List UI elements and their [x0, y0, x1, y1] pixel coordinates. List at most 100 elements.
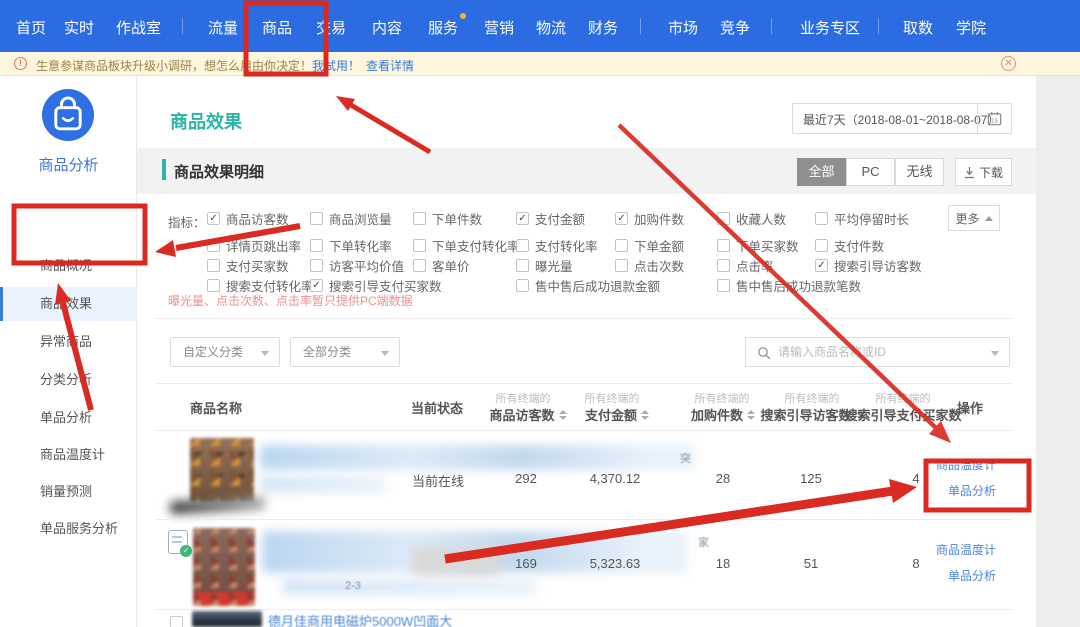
checkbox[interactable]: ✓	[207, 212, 220, 225]
checkbox[interactable]: ✓	[815, 239, 828, 252]
row-checkbox[interactable]	[170, 616, 183, 627]
checkbox[interactable]: ✓	[516, 212, 529, 225]
checkbox[interactable]: ✓	[413, 239, 426, 252]
nav-service[interactable]: 服务	[428, 17, 458, 38]
sidebar-item-effect[interactable]: 商品效果	[0, 287, 137, 321]
metric-item[interactable]: ✓下单支付转化率	[413, 238, 520, 253]
checkbox[interactable]: ✓	[207, 259, 220, 272]
sort-icon[interactable]	[641, 410, 649, 420]
metric-item[interactable]: ✓曝光量	[516, 258, 573, 273]
sidebar-item-overview[interactable]: 商品概况	[0, 249, 137, 283]
nav-realtime[interactable]: 实时	[64, 17, 94, 38]
checkbox[interactable]: ✓	[717, 279, 730, 292]
metric-item[interactable]: ✓搜索引导支付买家数	[310, 278, 442, 293]
metric-item[interactable]: ✓搜索引导访客数	[815, 258, 922, 273]
sidebar-item-abnormal[interactable]: 异常商品	[0, 325, 137, 359]
nav-finance[interactable]: 财务	[588, 17, 618, 38]
product-name-link[interactable]: 德月佳商用电磁炉5000W凹面大	[268, 611, 452, 627]
metric-item[interactable]: ✓搜索支付转化率	[207, 278, 314, 293]
nav-trade[interactable]: 交易	[316, 17, 346, 38]
metric-item[interactable]: ✓售中售后成功退款笔数	[717, 278, 861, 293]
metric-item[interactable]: ✓支付转化率	[516, 238, 598, 253]
checkbox[interactable]: ✓	[717, 239, 730, 252]
notice-try-link[interactable]: 我试用！	[312, 57, 360, 74]
checkbox[interactable]: ✓	[516, 239, 529, 252]
sidebar-item-forecast[interactable]: 销量预测	[0, 475, 137, 509]
date-range-picker[interactable]: 最近7天（2018-08-01~2018-08-07） 15	[792, 103, 1012, 134]
cell-status: 当前在线	[410, 471, 466, 490]
nav-logistics[interactable]: 物流	[536, 17, 566, 38]
nav-content[interactable]: 内容	[372, 17, 402, 38]
tab-all[interactable]: 全部	[797, 158, 846, 186]
metric-item[interactable]: ✓加购件数	[615, 211, 684, 226]
checkbox[interactable]: ✓	[413, 259, 426, 272]
thermometer-link[interactable]: 商品温度计	[936, 456, 996, 473]
checkbox[interactable]: ✓	[717, 259, 730, 272]
nav-market[interactable]: 市场	[668, 17, 698, 38]
section-title: 商品效果明细	[174, 161, 264, 182]
cell-cart: 28	[700, 471, 746, 486]
all-category-dropdown[interactable]: 全部分类	[290, 337, 400, 367]
sidebar-item-service[interactable]: 单品服务分析	[0, 512, 137, 546]
nav-product[interactable]: 商品	[262, 17, 292, 38]
nav-academy[interactable]: 学院	[956, 17, 986, 38]
checkbox[interactable]: ✓	[615, 259, 628, 272]
nav-compete[interactable]: 竞争	[720, 17, 750, 38]
notice-close-icon[interactable]: ✕	[1001, 56, 1016, 71]
nav-traffic[interactable]: 流量	[208, 17, 238, 38]
nav-getdata[interactable]: 取数	[903, 17, 933, 38]
tab-pc[interactable]: PC	[846, 158, 895, 186]
nav-warroom[interactable]: 作战室	[116, 17, 161, 38]
checkbox[interactable]: ✓	[310, 239, 323, 252]
single-analysis-link[interactable]: 单品分析	[948, 482, 996, 499]
checkbox[interactable]: ✓	[310, 259, 323, 272]
checkbox[interactable]: ✓	[815, 259, 828, 272]
metric-item[interactable]: ✓下单转化率	[310, 238, 392, 253]
nav-marketing[interactable]: 营销	[484, 17, 514, 38]
divider	[156, 383, 1012, 384]
sidebar-item-single[interactable]: 单品分析	[0, 401, 137, 435]
metric-item[interactable]: ✓客单价	[413, 258, 470, 273]
metric-item[interactable]: ✓售中售后成功退款金额	[516, 278, 660, 293]
nav-home[interactable]: 首页	[16, 17, 46, 38]
checkbox[interactable]: ✓	[516, 279, 529, 292]
metric-item[interactable]: ✓访客平均价值	[310, 258, 404, 273]
metric-item[interactable]: ✓点击次数	[615, 258, 684, 273]
checkbox[interactable]: ✓	[815, 212, 828, 225]
download-button[interactable]: 下载	[955, 158, 1012, 186]
calendar-button[interactable]: 15	[977, 104, 1011, 133]
metric-item[interactable]: ✓商品访客数	[207, 211, 289, 226]
checkbox[interactable]: ✓	[615, 212, 628, 225]
checkbox[interactable]: ✓	[615, 239, 628, 252]
metric-item[interactable]: ✓平均停留时长	[815, 211, 909, 226]
metric-item[interactable]: ✓商品浏览量	[310, 211, 392, 226]
thermometer-link[interactable]: 商品温度计	[936, 541, 996, 558]
metric-item[interactable]: ✓收藏人数	[717, 211, 786, 226]
checkbox[interactable]: ✓	[516, 259, 529, 272]
metric-item[interactable]: ✓支付件数	[815, 238, 884, 253]
metric-item[interactable]: ✓下单金额	[615, 238, 684, 253]
metric-item[interactable]: ✓支付买家数	[207, 258, 289, 273]
sort-icon[interactable]	[559, 410, 567, 420]
search-input[interactable]	[778, 341, 978, 363]
checkbox[interactable]: ✓	[717, 212, 730, 225]
checkbox[interactable]: ✓	[413, 212, 426, 225]
notice-detail-link[interactable]: 查看详情	[366, 57, 414, 74]
checkbox[interactable]: ✓	[310, 212, 323, 225]
download-label: 下载	[979, 164, 1003, 181]
checkbox[interactable]: ✓	[310, 279, 323, 292]
checkbox[interactable]: ✓	[207, 279, 220, 292]
single-analysis-link[interactable]: 单品分析	[948, 567, 996, 584]
checkbox[interactable]: ✓	[207, 239, 220, 252]
metric-item[interactable]: ✓点击率	[717, 258, 774, 273]
sidebar-item-thermometer[interactable]: 商品温度计	[0, 438, 137, 472]
metric-item[interactable]: ✓下单买家数	[717, 238, 799, 253]
metric-item[interactable]: ✓支付金额	[516, 211, 585, 226]
sidebar-item-category[interactable]: 分类分析	[0, 363, 137, 397]
metric-item[interactable]: ✓下单件数	[413, 211, 482, 226]
custom-category-dropdown[interactable]: 自定义分类	[170, 337, 280, 367]
tab-wireless[interactable]: 无线	[895, 158, 944, 186]
metric-item[interactable]: ✓详情页跳出率	[207, 238, 301, 253]
nav-bizzone[interactable]: 业务专区	[800, 17, 860, 38]
more-metrics-button[interactable]: 更多	[948, 205, 1000, 231]
